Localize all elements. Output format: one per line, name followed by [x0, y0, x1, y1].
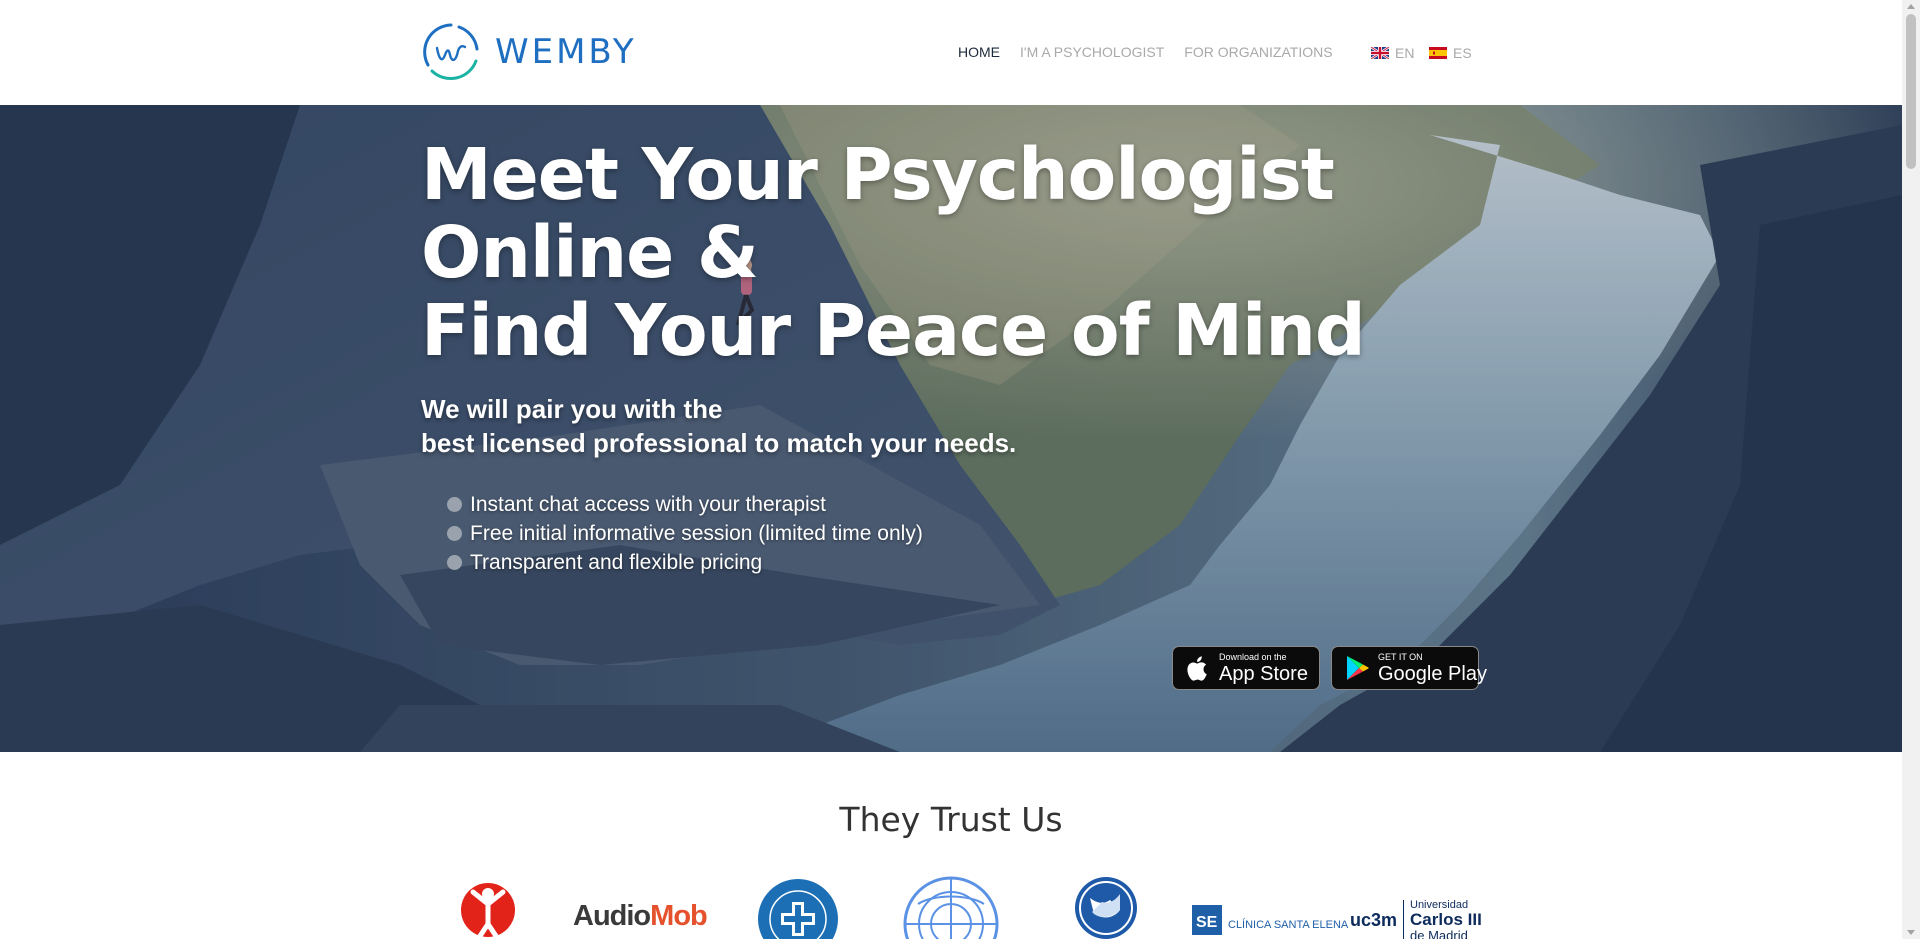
- spain-flag-icon: [1429, 47, 1447, 59]
- save-the-children-logo[interactable]: [458, 874, 518, 939]
- hero-banner: Meet Your Psychologist Online & Find You…: [0, 105, 1902, 752]
- google-play-big-text: Google Play: [1378, 662, 1487, 685]
- language-es[interactable]: ES: [1429, 45, 1472, 61]
- audiomob-text-dark: Audio: [573, 900, 651, 932]
- hero-title-line-2: Online &: [421, 211, 759, 294]
- audiomob-logo[interactable]: AudioMob: [573, 874, 713, 939]
- hero-subtitle-line-1: We will pair you with the: [421, 394, 723, 424]
- uc3m-line-2: Carlos III: [1410, 910, 1482, 929]
- bullet-icon: [447, 526, 462, 541]
- page-scrollbar[interactable]: [1902, 0, 1920, 939]
- nav-psychologist[interactable]: I'M A PSYCHOLOGIST: [1020, 44, 1164, 60]
- main-nav: HOME I'M A PSYCHOLOGIST FOR ORGANIZATION…: [958, 44, 1353, 60]
- page: WEMBY HOME I'M A PSYCHOLOGIST FOR ORGANI…: [0, 0, 1920, 939]
- feature-text: Instant chat access with your therapist: [470, 493, 827, 516]
- google-play-icon: [1347, 656, 1369, 680]
- feature-list: Instant chat access with your therapist …: [447, 490, 923, 577]
- audiomob-text-accent: Mob: [650, 900, 708, 932]
- feature-item: Free initial informative session (limite…: [447, 519, 923, 548]
- apple-icon: [1187, 656, 1207, 681]
- app-store-small-text: Download on the: [1219, 651, 1287, 662]
- hero-subtitle-line-2: best licensed professional to match your…: [421, 428, 1017, 458]
- wemby-logo-icon: [423, 23, 479, 81]
- uk-flag-icon: [1371, 47, 1389, 59]
- bullet-icon: [447, 555, 462, 570]
- clinica-santa-elena-logo[interactable]: SE CLÍNICA SANTA ELENA: [1192, 874, 1348, 939]
- helping-hands-logo-icon: [1075, 877, 1137, 939]
- nav-organizations[interactable]: FOR ORGANIZATIONS: [1184, 44, 1332, 60]
- app-store-big-text: App Store: [1219, 662, 1308, 685]
- feature-item: Transparent and flexible pricing: [447, 548, 923, 577]
- language-es-label: ES: [1453, 45, 1472, 61]
- app-store-button[interactable]: Download on the App Store: [1172, 646, 1320, 690]
- scroll-thumb[interactable]: [1906, 14, 1916, 169]
- helping-hands-logo[interactable]: [1074, 874, 1138, 939]
- feature-item: Instant chat access with your therapist: [447, 490, 923, 519]
- google-play-button[interactable]: GET IT ON Google Play: [1331, 646, 1487, 690]
- doctors-of-the-world-logo[interactable]: [756, 874, 840, 939]
- united-nations-logo[interactable]: [903, 874, 999, 939]
- clinica-santa-elena-icon: SE: [1192, 905, 1222, 935]
- hero-title-line-3: Find Your Peace of Mind: [421, 289, 1366, 372]
- hero-subtitle: We will pair you with the best licensed …: [421, 392, 1016, 460]
- wemby-logo[interactable]: WEMBY: [420, 20, 637, 84]
- hero-title: Meet Your Psychologist Online & Find You…: [421, 133, 1366, 372]
- scroll-down-arrow-icon[interactable]: [1907, 930, 1915, 935]
- brand-name: WEMBY: [495, 32, 637, 72]
- uc3m-logo[interactable]: uc3m Universidad Carlos III de Madrid: [1350, 874, 1482, 939]
- site-header: WEMBY HOME I'M A PSYCHOLOGIST FOR ORGANI…: [0, 0, 1902, 105]
- save-the-children-logo-icon: [461, 883, 515, 939]
- nav-home[interactable]: HOME: [958, 44, 1000, 60]
- feature-text: Transparent and flexible pricing: [470, 551, 763, 574]
- uc3m-short-text: uc3m: [1350, 910, 1398, 930]
- feature-text: Free initial informative session (limite…: [470, 522, 923, 545]
- language-en[interactable]: EN: [1371, 45, 1414, 61]
- uc3m-divider: [1403, 900, 1404, 939]
- svg-text:SE: SE: [1196, 914, 1218, 931]
- scroll-up-arrow-icon[interactable]: [1907, 4, 1915, 9]
- language-en-label: EN: [1395, 45, 1415, 61]
- uc3m-line-3: de Madrid: [1410, 928, 1468, 939]
- hero-title-line-1: Meet Your Psychologist: [421, 133, 1335, 216]
- google-play-small-text: GET IT ON: [1378, 651, 1423, 662]
- trust-section-title: They Trust Us: [839, 800, 1063, 839]
- clinica-santa-elena-text: CLÍNICA SANTA ELENA: [1228, 919, 1349, 931]
- doctors-of-the-world-logo-icon: [758, 879, 838, 939]
- united-nations-logo-icon: [903, 876, 999, 939]
- bullet-icon: [447, 497, 462, 512]
